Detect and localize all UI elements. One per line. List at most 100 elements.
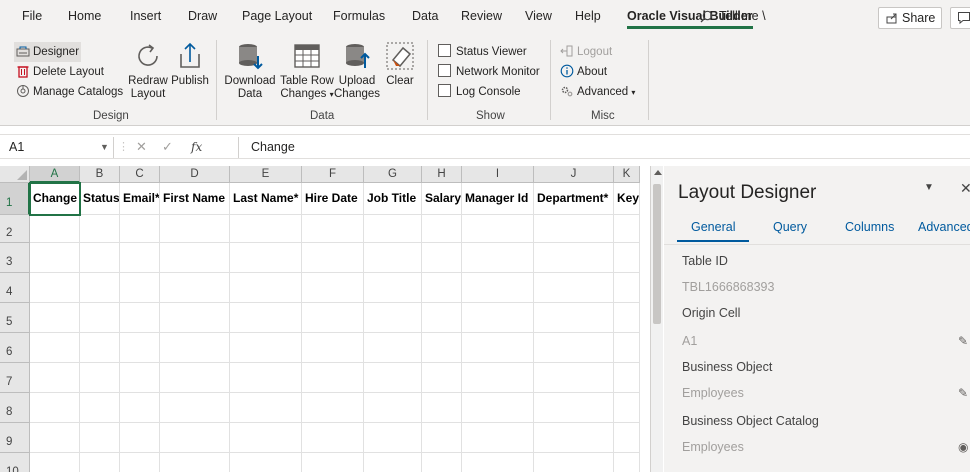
- table-cell[interactable]: [160, 453, 230, 472]
- table-cell[interactable]: [534, 273, 614, 303]
- eye-icon[interactable]: ◉: [958, 440, 968, 454]
- column-header-g[interactable]: G: [364, 166, 422, 183]
- table-cell[interactable]: [422, 453, 462, 472]
- table-cell[interactable]: [364, 303, 422, 333]
- table-cell[interactable]: [614, 363, 640, 393]
- column-header-i[interactable]: I: [462, 166, 534, 183]
- table-cell[interactable]: [80, 453, 120, 472]
- column-header-c[interactable]: C: [120, 166, 160, 183]
- tab-formulas[interactable]: Formulas: [333, 0, 385, 34]
- table-cell[interactable]: [120, 215, 160, 243]
- delete-layout-button[interactable]: Delete Layout: [16, 62, 104, 82]
- table-cell[interactable]: [120, 273, 160, 303]
- row-header-2[interactable]: 2: [0, 215, 30, 243]
- table-cell[interactable]: [462, 363, 534, 393]
- table-cell[interactable]: [302, 243, 364, 273]
- table-cell[interactable]: [422, 215, 462, 243]
- table-cell[interactable]: [614, 273, 640, 303]
- column-header-b[interactable]: B: [80, 166, 120, 183]
- table-header-cell[interactable]: Job Title: [364, 183, 422, 215]
- close-icon[interactable]: ✕: [960, 180, 970, 197]
- table-header-cell[interactable]: First Name: [160, 183, 230, 215]
- table-cell[interactable]: [534, 393, 614, 423]
- chevron-down-icon[interactable]: ▼: [100, 137, 109, 158]
- table-cell[interactable]: [160, 363, 230, 393]
- table-cell[interactable]: [120, 393, 160, 423]
- table-cell[interactable]: [534, 453, 614, 472]
- table-cell[interactable]: [230, 333, 302, 363]
- clear-button[interactable]: Clear: [382, 40, 418, 88]
- tab-data[interactable]: Data: [412, 0, 438, 34]
- table-cell[interactable]: [302, 333, 364, 363]
- table-cell[interactable]: [462, 393, 534, 423]
- table-cell[interactable]: [534, 423, 614, 453]
- column-header-f[interactable]: F: [302, 166, 364, 183]
- share-button[interactable]: Share: [878, 7, 942, 29]
- insert-function-icon[interactable]: fx: [191, 137, 202, 157]
- table-cell[interactable]: [30, 393, 80, 423]
- tab-query[interactable]: Query: [773, 220, 807, 234]
- table-cell[interactable]: [160, 273, 230, 303]
- formula-input[interactable]: Change: [238, 137, 970, 158]
- table-cell[interactable]: [160, 243, 230, 273]
- table-cell[interactable]: [614, 333, 640, 363]
- tab-page-layout[interactable]: Page Layout: [242, 0, 312, 34]
- row-header-3[interactable]: 3: [0, 243, 30, 273]
- table-cell[interactable]: [160, 333, 230, 363]
- table-cell[interactable]: [364, 243, 422, 273]
- table-cell[interactable]: [80, 303, 120, 333]
- designer-button[interactable]: Designer: [14, 42, 82, 62]
- table-cell[interactable]: [30, 333, 80, 363]
- table-cell[interactable]: [230, 393, 302, 423]
- table-cell[interactable]: [230, 215, 302, 243]
- table-header-cell[interactable]: Key: [614, 183, 640, 215]
- table-cell[interactable]: [422, 303, 462, 333]
- table-cell[interactable]: [80, 423, 120, 453]
- table-cell[interactable]: [534, 333, 614, 363]
- table-cell[interactable]: [160, 423, 230, 453]
- table-cell[interactable]: [160, 215, 230, 243]
- table-cell[interactable]: [80, 363, 120, 393]
- table-cell[interactable]: [302, 273, 364, 303]
- row-header-8[interactable]: 8: [0, 393, 30, 423]
- table-cell[interactable]: [230, 423, 302, 453]
- table-cell[interactable]: [364, 393, 422, 423]
- tab-help[interactable]: Help: [575, 0, 601, 34]
- table-cell[interactable]: [422, 363, 462, 393]
- table-cell[interactable]: [364, 215, 422, 243]
- table-cell[interactable]: [302, 215, 364, 243]
- table-cell[interactable]: [462, 303, 534, 333]
- tab-review[interactable]: Review: [461, 0, 502, 34]
- table-header-cell[interactable]: Department*: [534, 183, 614, 215]
- table-cell[interactable]: [302, 393, 364, 423]
- cancel-formula-icon[interactable]: ✕: [136, 137, 147, 157]
- table-cell[interactable]: [120, 423, 160, 453]
- table-cell[interactable]: [230, 363, 302, 393]
- table-header-cell[interactable]: Manager Id: [462, 183, 534, 215]
- table-cell[interactable]: [614, 393, 640, 423]
- table-cell[interactable]: [160, 393, 230, 423]
- log-console-checkbox[interactable]: Log Console: [438, 82, 521, 102]
- row-header-6[interactable]: 6: [0, 333, 30, 363]
- table-header-cell[interactable]: Last Name*: [230, 183, 302, 215]
- table-cell[interactable]: [364, 273, 422, 303]
- select-all-button[interactable]: [0, 166, 30, 183]
- table-header-cell[interactable]: Hire Date: [302, 183, 364, 215]
- table-cell[interactable]: [462, 243, 534, 273]
- table-cell[interactable]: [614, 243, 640, 273]
- tell-me-search[interactable]: Tell me \: [700, 0, 766, 34]
- row-header-1[interactable]: 1: [0, 183, 30, 215]
- upload-changes-button[interactable]: Upload Changes: [334, 40, 380, 101]
- row-header-4[interactable]: 4: [0, 273, 30, 303]
- table-cell[interactable]: [30, 273, 80, 303]
- table-cell[interactable]: [534, 303, 614, 333]
- table-cell[interactable]: [462, 453, 534, 472]
- table-cell[interactable]: [80, 273, 120, 303]
- checkbox[interactable]: [438, 64, 451, 77]
- tab-advanced[interactable]: Advanced: [918, 220, 970, 234]
- tab-general[interactable]: General: [676, 220, 751, 242]
- table-cell[interactable]: [422, 243, 462, 273]
- table-cell[interactable]: [230, 273, 302, 303]
- table-cell[interactable]: [462, 423, 534, 453]
- table-cell[interactable]: [364, 333, 422, 363]
